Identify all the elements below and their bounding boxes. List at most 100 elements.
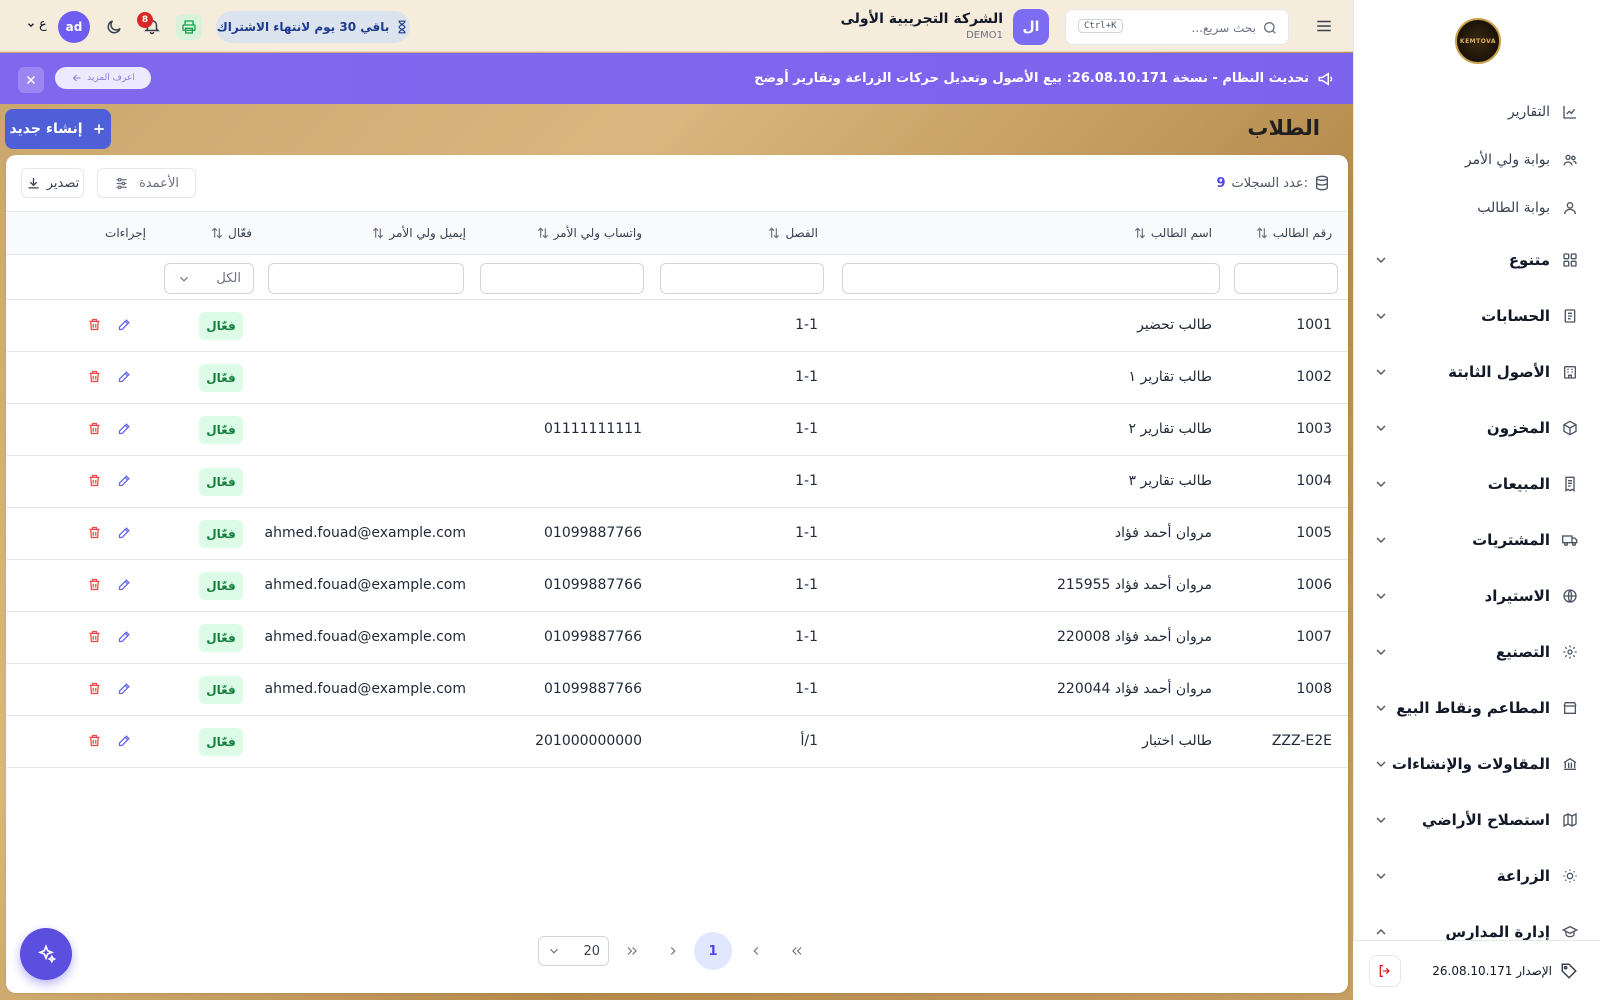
table-row[interactable]: 1002 طالب تقارير ١ 1-1 فعّال (6, 352, 1348, 404)
sidebar-item-guardian-portal[interactable]: بوابة ولي الأمر (1353, 140, 1600, 180)
column-header-label: رقم الطالب (1272, 226, 1332, 240)
chevron-up-icon (1376, 929, 1386, 935)
last-page-button[interactable] (778, 932, 816, 970)
trash-icon[interactable] (87, 629, 102, 644)
trash-icon[interactable] (87, 733, 102, 748)
grid-icon (1563, 253, 1577, 267)
trash-icon[interactable] (87, 369, 102, 384)
column-header-whatsapp[interactable]: واتساب ولي الأمر (536, 226, 642, 240)
edit-icon[interactable] (117, 577, 132, 592)
sidebar-item-student-portal[interactable]: بوابة الطالب (1353, 188, 1600, 228)
sidebar-group-land-reclamation[interactable]: استصلاح الأراضي (1353, 800, 1600, 840)
edit-icon[interactable] (117, 525, 132, 540)
sidebar-group-label: المشتريات (1472, 531, 1550, 549)
edit-icon[interactable] (117, 629, 132, 644)
sparkles-icon (37, 944, 56, 964)
cell-whatsapp: 01099887766 (544, 577, 642, 593)
menu-icon[interactable] (1315, 17, 1333, 35)
trash-icon[interactable] (87, 681, 102, 696)
next-page-button[interactable] (737, 932, 775, 970)
subscription-badge[interactable]: باقي 30 يوم لانتهاء الاشتراك (216, 11, 410, 43)
edit-icon[interactable] (117, 473, 132, 488)
sidebar-group-inventory[interactable]: المخزون (1353, 408, 1600, 448)
sidebar-group-sales[interactable]: المبيعات (1353, 464, 1600, 504)
company-logo[interactable]: KEMTOVA (1455, 18, 1501, 64)
column-header-class[interactable]: الفصل (767, 226, 818, 240)
sidebar-group-misc[interactable]: متنوع (1353, 240, 1600, 280)
ai-assistant-button[interactable] (20, 928, 72, 980)
trash-icon[interactable] (87, 317, 102, 332)
columns-button[interactable]: الأعمدة (97, 168, 196, 198)
filter-email-input[interactable] (268, 263, 464, 294)
create-new-button[interactable]: إنشاء جديد (5, 109, 111, 149)
sidebar-group-purchases[interactable]: المشتريات (1353, 520, 1600, 560)
trash-icon[interactable] (87, 421, 102, 436)
edit-icon[interactable] (117, 733, 132, 748)
table-row[interactable]: 1004 طالب تقارير ٣ 1-1 فعّال (6, 456, 1348, 508)
learn-more-button[interactable]: اعرف المزيد (55, 67, 151, 89)
users-icon (1563, 154, 1577, 166)
filter-name-input[interactable] (842, 263, 1220, 294)
user-avatar[interactable]: ad (58, 11, 90, 43)
print-button[interactable] (176, 14, 202, 40)
previous-page-button[interactable] (654, 932, 692, 970)
cell-class: 1/أ (800, 733, 818, 749)
table-row[interactable]: 1005 مروان أحمد فؤاد 1-1 01099887766 ahm… (6, 508, 1348, 560)
sidebar-group-contracting[interactable]: المقاولات والإنشاءات (1353, 744, 1600, 784)
filter-class-input[interactable] (660, 263, 824, 294)
column-header-actions: إجراءات (105, 226, 146, 240)
column-header-email[interactable]: إيميل ولي الأمر (371, 226, 466, 240)
sidebar-group-fixed-assets[interactable]: الأصول الثابتة (1353, 352, 1600, 392)
table-row[interactable]: ZZZ-E2E طالب اختبار 1/أ 201000000000 فعّ… (6, 716, 1348, 768)
logout-button[interactable] (1369, 955, 1401, 987)
globe-icon (1563, 589, 1577, 603)
arrow-left-icon (72, 74, 81, 82)
moon-icon[interactable] (105, 18, 123, 36)
sidebar-group-agriculture[interactable]: الزراعة (1353, 856, 1600, 896)
filter-whatsapp-input[interactable] (480, 263, 644, 294)
table-row[interactable]: 1007 مروان أحمد فؤاد 220008 1-1 01099887… (6, 612, 1348, 664)
filter-id-input[interactable] (1234, 263, 1338, 294)
table-row[interactable]: 1001 طالب تحضير 1-1 فعّال (6, 300, 1348, 352)
columns-label: الأعمدة (139, 175, 179, 191)
close-announcement-button[interactable] (18, 67, 44, 93)
export-button[interactable]: تصدير (21, 168, 84, 198)
cell-name: مروان أحمد فؤاد (1114, 525, 1212, 541)
edit-icon[interactable] (117, 317, 132, 332)
edit-icon[interactable] (117, 421, 132, 436)
trash-icon[interactable] (87, 525, 102, 540)
company-name[interactable]: الشركة التجريبية الأولى (841, 11, 1003, 27)
column-header-name[interactable]: اسم الطالب (1133, 226, 1212, 240)
cell-whatsapp: 01099887766 (544, 629, 642, 645)
cell-name: طالب تقارير ١ (1128, 369, 1212, 385)
quick-search[interactable]: Ctrl+K (1065, 9, 1289, 45)
sidebar-item-reports[interactable]: التقارير (1353, 92, 1600, 132)
trash-icon[interactable] (87, 577, 102, 592)
cell-class: 1-1 (795, 681, 818, 697)
table-row[interactable]: 1006 مروان أحمد فؤاد 215955 1-1 01099887… (6, 560, 1348, 612)
sidebar-group-accounts[interactable]: الحسابات (1353, 296, 1600, 336)
sidebar-group-restaurants-pos[interactable]: المطاعم ونقاط البيع (1353, 688, 1600, 728)
page-size-select[interactable]: 20 (538, 936, 609, 966)
export-label: تصدير (46, 175, 80, 191)
page-number-button[interactable]: 1 (694, 932, 732, 970)
table-row[interactable]: 1008 مروان أحمد فؤاد 220044 1-1 01099887… (6, 664, 1348, 716)
chevron-left-icon (753, 947, 759, 955)
truck-icon (1562, 535, 1578, 546)
edit-icon[interactable] (117, 681, 132, 696)
filter-active-select[interactable]: الكل (164, 263, 254, 294)
column-header-active[interactable]: فعّال (210, 226, 252, 240)
sidebar-group-label: الأصول الثابتة (1448, 363, 1550, 381)
edit-icon[interactable] (117, 369, 132, 384)
column-header-id[interactable]: رقم الطالب (1255, 226, 1332, 240)
first-page-button[interactable] (613, 932, 651, 970)
table-row[interactable]: 1003 طالب تقارير ٢ 1-1 01111111111 فعّال (6, 404, 1348, 456)
megaphone-icon (1318, 72, 1333, 86)
company-avatar[interactable]: ال (1013, 9, 1049, 45)
trash-icon[interactable] (87, 473, 102, 488)
sidebar-group-manufacturing[interactable]: التصنيع (1353, 632, 1600, 672)
sidebar-group-import[interactable]: الاستيراد (1353, 576, 1600, 616)
database-icon (1316, 175, 1328, 191)
search-input[interactable] (1146, 18, 1256, 38)
language-switcher[interactable]: ع (26, 17, 47, 32)
